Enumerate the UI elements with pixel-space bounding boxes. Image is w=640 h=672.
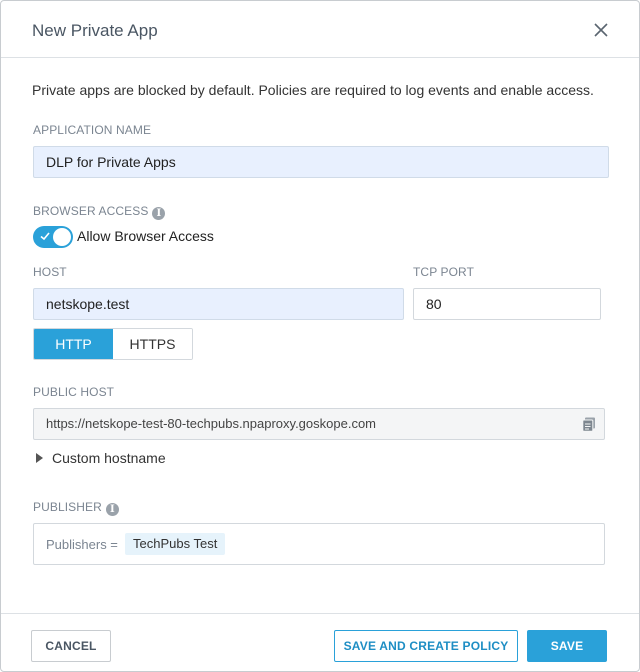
application-name-label: APPLICATION NAME <box>33 123 152 137</box>
publisher-label: PUBLISHER i <box>33 500 119 516</box>
new-private-app-dialog: New Private App Private apps are blocked… <box>0 0 640 672</box>
save-button[interactable]: SAVE <box>527 630 607 662</box>
publishers-key: Publishers = <box>46 537 118 552</box>
allow-browser-access-label: Allow Browser Access <box>77 228 214 244</box>
toggle-knob <box>53 228 71 246</box>
http-option[interactable]: HTTP <box>34 329 113 359</box>
browser-access-toggle[interactable] <box>33 226 73 248</box>
browser-access-label: BROWSER ACCESS i <box>33 204 166 220</box>
info-icon[interactable]: i <box>152 207 166 220</box>
custom-hostname-toggle[interactable]: Custom hostname <box>36 450 166 466</box>
publisher-selector[interactable]: Publishers = TechPubs Test <box>33 523 605 565</box>
cancel-button[interactable]: CANCEL <box>31 630 111 662</box>
browser-access-label-text: BROWSER ACCESS <box>33 204 149 218</box>
info-icon[interactable]: i <box>105 503 119 516</box>
copy-icon[interactable] <box>582 417 596 432</box>
check-icon <box>40 232 50 241</box>
host-label: HOST <box>33 265 67 279</box>
tcp-port-label: TCP PORT <box>413 265 475 279</box>
publisher-label-text: PUBLISHER <box>33 500 102 514</box>
https-option[interactable]: HTTPS <box>113 329 192 359</box>
save-and-create-policy-button[interactable]: SAVE AND CREATE POLICY <box>334 630 518 662</box>
application-name-input[interactable]: DLP for Private Apps <box>33 146 609 178</box>
publisher-tag[interactable]: TechPubs Test <box>125 533 226 555</box>
public-host-value: https://netskope-test-80-techpubs.npapro… <box>46 416 377 431</box>
custom-hostname-label: Custom hostname <box>52 450 166 466</box>
host-input[interactable]: netskope.test <box>33 288 404 320</box>
dialog-header: New Private App <box>1 1 639 58</box>
public-host-field: https://netskope-test-80-techpubs.npapro… <box>33 408 605 440</box>
caret-right-icon <box>36 453 43 463</box>
tcp-port-input[interactable]: 80 <box>413 288 601 320</box>
intro-text: Private apps are blocked by default. Pol… <box>32 82 594 98</box>
protocol-toggle: HTTP HTTPS <box>33 328 193 360</box>
close-icon[interactable] <box>589 18 613 42</box>
footer-divider <box>1 613 639 614</box>
dialog-title: New Private App <box>32 21 158 40</box>
public-host-label: PUBLIC HOST <box>33 385 115 399</box>
